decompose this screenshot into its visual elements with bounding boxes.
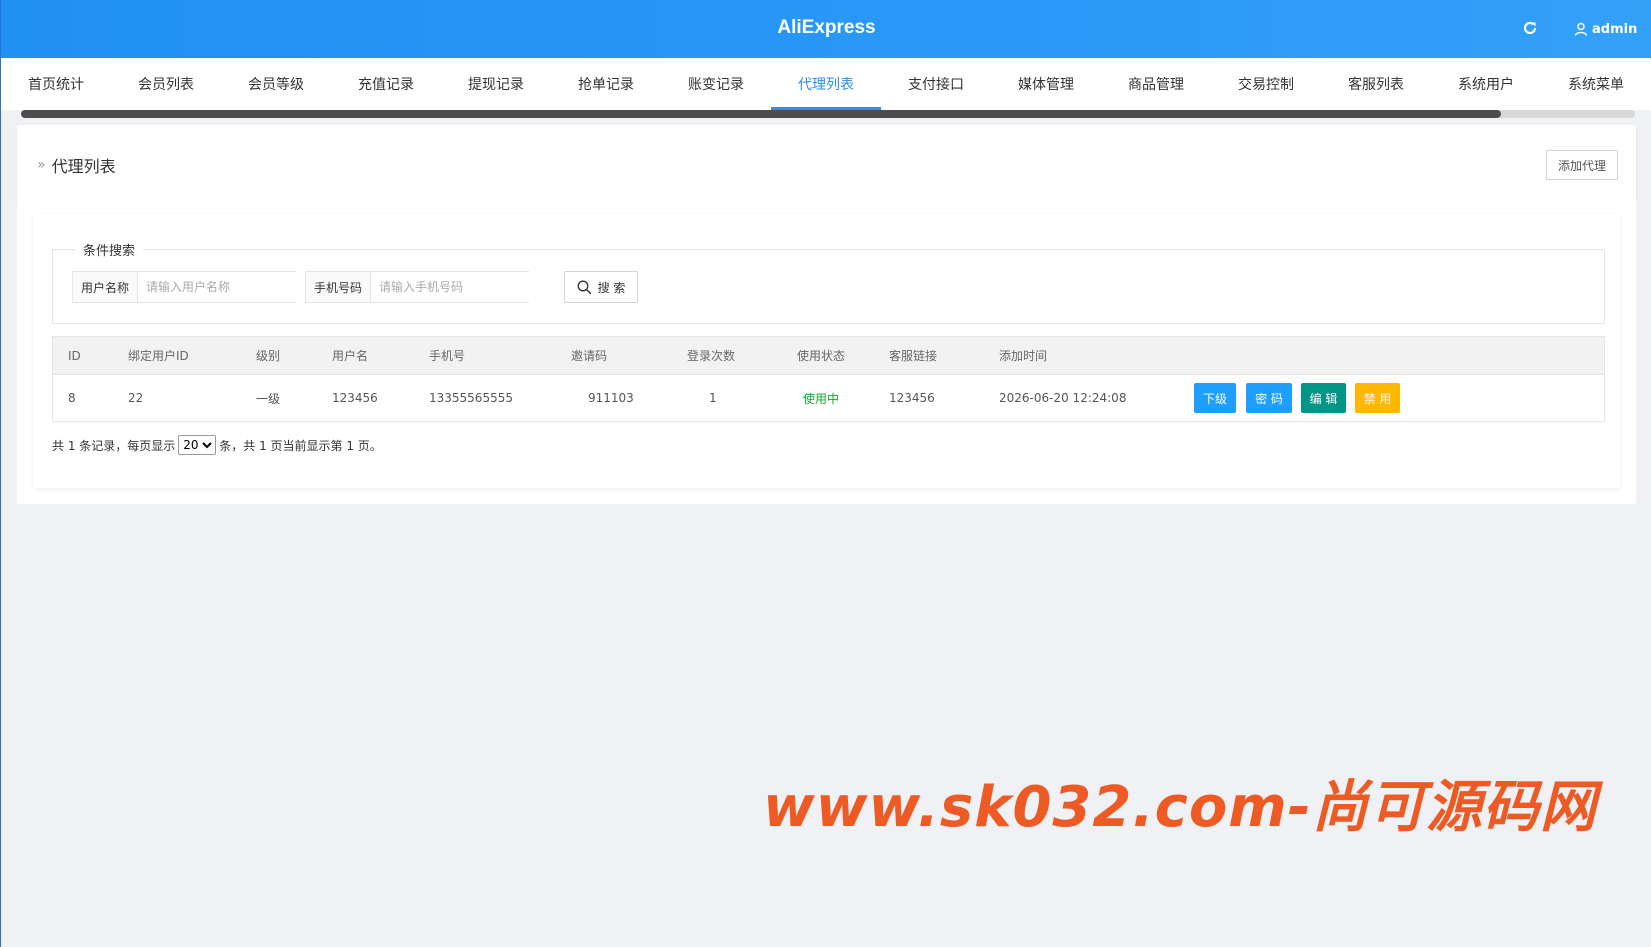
status-badge: 使用中 (803, 391, 840, 406)
agent-table: ID 绑定用户ID 级别 用户名 手机号 邀请码 登录次数 使用状态 客服链接 … (52, 336, 1605, 422)
search-legend: 条件搜索 (75, 240, 144, 259)
user-icon (1574, 22, 1588, 36)
refresh-icon[interactable] (1521, 19, 1539, 37)
content-panel: 条件搜索 用户名称 手机号码 搜 索 ID 绑定用户ID 级别 (17, 202, 1636, 504)
nav-tab[interactable]: 抢单记录 (551, 58, 661, 110)
username-input[interactable] (138, 272, 299, 302)
nav-tab[interactable]: 首页统计 (1, 58, 111, 110)
page-title: 代理列表 (51, 157, 116, 176)
col-status: 使用状态 (797, 349, 846, 363)
phone-field: 手机号码 (305, 271, 532, 303)
nav-tab[interactable]: 交易控制 (1211, 58, 1321, 110)
col-username: 用户名 (332, 349, 369, 363)
search-fieldset: 条件搜索 用户名称 手机号码 搜 索 (52, 240, 1605, 324)
col-invite-code: 邀请码 (571, 349, 608, 363)
double-chevron-icon: » (37, 157, 46, 173)
col-phone: 手机号 (429, 349, 466, 363)
page-header-card: » 代理列表 添加代理 (17, 125, 1636, 202)
user-menu[interactable]: admin (1574, 19, 1637, 39)
password-button[interactable]: 密 码 (1246, 383, 1292, 413)
col-id: ID (68, 348, 81, 363)
col-login-count: 登录次数 (687, 349, 736, 363)
cell-login-count: 1 (709, 391, 717, 405)
username-label: 用户名称 (73, 272, 139, 302)
pagination: 共 1 条记录，每页显示 20 条，共 1 页当前显示第 1 页。 (52, 435, 382, 455)
search-button[interactable]: 搜 索 (564, 271, 638, 303)
nav-tab[interactable]: 代理列表 (771, 58, 881, 110)
nav-tab[interactable]: 媒体管理 (991, 58, 1101, 110)
phone-input[interactable] (371, 272, 532, 302)
nav-tab[interactable]: 提现记录 (441, 58, 551, 110)
cell-invite-code: 911103 (588, 391, 634, 405)
watermark-text: www.sk032.com-尚可源码网 (763, 775, 1597, 840)
cell-service-link: 123456 (889, 391, 935, 405)
disable-button[interactable]: 禁 用 (1355, 383, 1400, 413)
user-name: admin (1592, 21, 1638, 37)
col-service-link: 客服链接 (889, 349, 938, 363)
table-row: 8 22 一级 123456 13355565555 911103 1 使用中 … (53, 375, 1604, 421)
nav-tab[interactable]: 充值记录 (331, 58, 441, 110)
nav-tab[interactable]: 账变记录 (661, 58, 771, 110)
subordinate-button[interactable]: 下级 (1194, 383, 1236, 413)
col-created-at: 添加时间 (999, 349, 1048, 363)
nav-scrollbar-thumb[interactable] (21, 110, 1501, 118)
search-icon (577, 280, 591, 294)
cell-created-at: 2026-06-20 12:24:08 (999, 391, 1127, 405)
top-header: AliExpress admin (1, 0, 1651, 58)
phone-label: 手机号码 (306, 272, 372, 302)
add-agent-button[interactable]: 添加代理 (1545, 150, 1618, 180)
col-bind-user-id: 绑定用户ID (128, 349, 189, 363)
edit-button[interactable]: 编 辑 (1301, 383, 1346, 413)
pager-suffix: 条，共 1 页当前显示第 1 页。 (219, 438, 382, 453)
cell-id: 8 (68, 391, 76, 405)
col-level: 级别 (256, 349, 281, 363)
username-field: 用户名称 (72, 271, 299, 303)
cell-username: 123456 (332, 391, 378, 405)
page-size-select[interactable]: 20 (178, 435, 217, 455)
pager-prefix: 共 1 条记录，每页显示 (52, 438, 176, 453)
table-header: ID 绑定用户ID 级别 用户名 手机号 邀请码 登录次数 使用状态 客服链接 … (53, 337, 1604, 375)
nav-tab[interactable]: 会员等级 (221, 58, 331, 110)
nav-tab[interactable]: 商品管理 (1101, 58, 1211, 110)
search-button-label: 搜 索 (597, 280, 626, 295)
agent-list-card: 条件搜索 用户名称 手机号码 搜 索 ID 绑定用户ID 级别 (33, 214, 1620, 488)
breadcrumb: » 代理列表 (37, 153, 116, 177)
nav-tab[interactable]: 会员列表 (111, 58, 221, 110)
nav-tab[interactable]: 系统菜单 (1541, 58, 1651, 110)
nav-tab[interactable]: 客服列表 (1321, 58, 1431, 110)
nav-tab[interactable]: 支付接口 (881, 58, 991, 110)
cell-level: 一级 (256, 391, 281, 406)
nav-tab-list: 首页统计 会员列表 会员等级 充值记录 提现记录 抢单记录 账变记录 代理列表 支付接口 媒体管理… (1, 58, 1651, 110)
cell-phone: 13355565555 (429, 391, 513, 405)
main-nav: 首页统计 会员列表 会员等级 充值记录 提现记录 抢单记录 账变记录 代理列表 支付接口 媒体管理… (1, 58, 1651, 110)
app-title: AliExpress (777, 17, 876, 38)
nav-tab[interactable]: 系统用户 (1431, 58, 1541, 110)
cell-bind-user-id: 22 (128, 391, 144, 405)
